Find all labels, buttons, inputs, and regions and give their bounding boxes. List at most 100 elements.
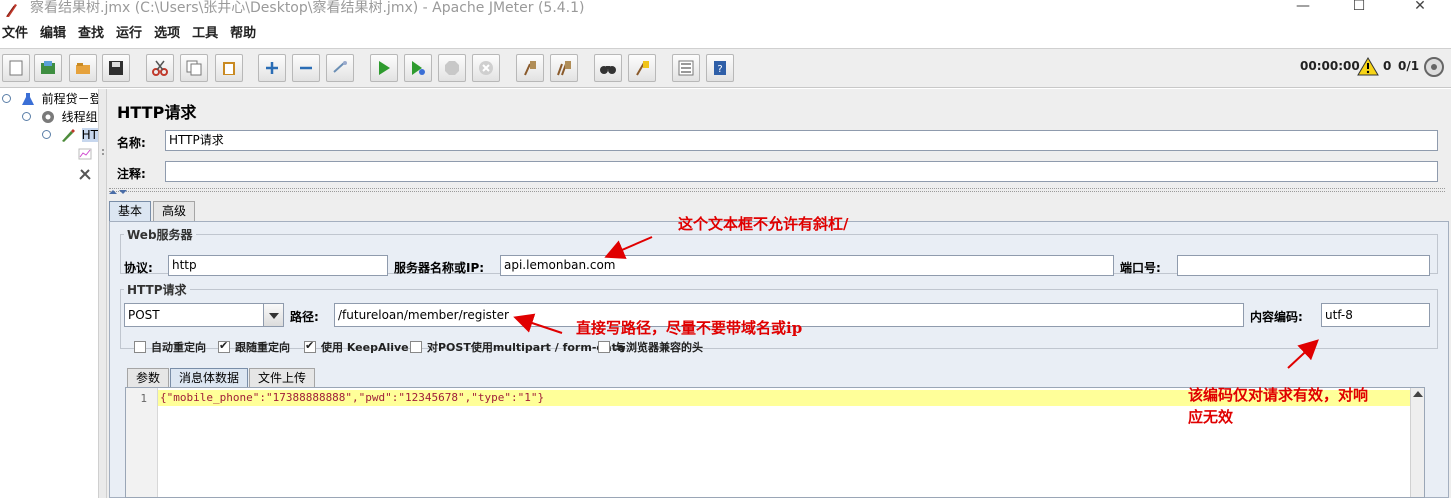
new-button[interactable] bbox=[2, 54, 30, 82]
remote-status-icon bbox=[1424, 57, 1444, 77]
tree-node-config[interactable] bbox=[64, 165, 95, 183]
checkbox-box[interactable] bbox=[218, 339, 230, 353]
tree-expand-handle[interactable] bbox=[22, 112, 31, 121]
scroll-up-arrow-icon[interactable] bbox=[1413, 391, 1423, 397]
menu-tools[interactable]: 工具 bbox=[192, 22, 224, 46]
tree-node-listener[interactable] bbox=[64, 145, 95, 163]
tab-file-upload[interactable]: 文件上传 bbox=[249, 368, 316, 388]
checkbox-browser-headers[interactable]: 与浏览器兼容的头 bbox=[598, 339, 703, 355]
collapse-arrows-icon[interactable] bbox=[108, 188, 128, 196]
protocol-label: 协议: bbox=[124, 261, 153, 275]
open-button[interactable] bbox=[69, 54, 97, 82]
menu-options[interactable]: 选项 bbox=[154, 22, 186, 46]
clear-button[interactable] bbox=[516, 54, 544, 82]
method-value: POST bbox=[128, 308, 160, 322]
svg-text:?: ? bbox=[717, 64, 722, 75]
tab-basic[interactable]: 基本 bbox=[109, 201, 152, 221]
toolbar: ? bbox=[0, 48, 1451, 88]
tab-body-data[interactable]: 消息体数据 bbox=[170, 368, 249, 388]
binoculars-icon bbox=[600, 66, 616, 74]
checkbox-label: 对POST使用multipart / form-data bbox=[427, 341, 625, 354]
menu-file[interactable]: 文件 bbox=[2, 22, 34, 46]
cut-button[interactable] bbox=[146, 54, 174, 82]
tree-expand-handle[interactable] bbox=[2, 94, 11, 103]
reset-broom-icon bbox=[636, 61, 649, 76]
listener-graph-icon bbox=[78, 148, 92, 160]
config-tools-icon bbox=[79, 169, 91, 180]
paste-button[interactable] bbox=[215, 54, 243, 82]
templates-button[interactable] bbox=[34, 54, 62, 82]
start-button[interactable] bbox=[370, 54, 398, 82]
play-no-timers-icon bbox=[412, 61, 425, 75]
menu-help[interactable]: 帮助 bbox=[230, 22, 262, 46]
checkbox-label: 跟随重定向 bbox=[235, 341, 290, 354]
annotation-encoding-note-1: 该编码仅对请求有效，对响 bbox=[1188, 386, 1369, 404]
method-select[interactable]: POST bbox=[124, 303, 284, 327]
protocol-field[interactable]: http bbox=[168, 255, 388, 276]
window-title: 察看结果树.jmx (C:\Users\张井心\Desktop\察看结果树.jm… bbox=[30, 0, 585, 16]
port-field[interactable] bbox=[1177, 255, 1430, 276]
encoding-field[interactable]: utf-8 bbox=[1321, 303, 1430, 327]
checkbox-auto-redirect[interactable]: 自动重定向 bbox=[134, 339, 206, 355]
minimize-button[interactable]: — bbox=[1280, 0, 1326, 16]
checkbox-box[interactable] bbox=[134, 341, 146, 353]
test-plan-tree: 前程贷－登 线程组 HTTP请求 bbox=[0, 89, 98, 498]
start-no-pauses-button[interactable] bbox=[404, 54, 432, 82]
checkbox-box[interactable] bbox=[598, 341, 610, 353]
server-label: 服务器名称或IP: bbox=[394, 261, 485, 275]
tree-node-http-request[interactable]: HTTP请求 bbox=[42, 126, 98, 144]
checkbox-box[interactable] bbox=[410, 341, 422, 353]
menu-bar: 文件 编辑 查找 运行 选项 工具 帮助 bbox=[0, 22, 1451, 46]
stop-button[interactable] bbox=[438, 54, 466, 82]
reset-search-button[interactable] bbox=[628, 54, 656, 82]
tree-node-test-plan[interactable]: 前程贷－登 bbox=[2, 90, 98, 108]
function-helper-button[interactable] bbox=[672, 54, 700, 82]
search-button[interactable] bbox=[594, 54, 622, 82]
help-button[interactable]: ? bbox=[706, 54, 734, 82]
tab-advanced[interactable]: 高级 bbox=[153, 201, 196, 221]
tree-node-label: 线程组 bbox=[61, 110, 98, 124]
divider[interactable] bbox=[109, 188, 1445, 192]
tree-node-thread-group[interactable]: 线程组 bbox=[22, 108, 98, 126]
collapse-button[interactable] bbox=[292, 54, 320, 82]
tree-expand-handle[interactable] bbox=[42, 130, 51, 139]
comment-label: 注释: bbox=[117, 167, 146, 181]
toggle-button[interactable] bbox=[326, 54, 354, 82]
comment-field[interactable] bbox=[165, 161, 1438, 182]
checkbox-box[interactable] bbox=[304, 339, 316, 353]
test-plan-flask-icon bbox=[21, 93, 34, 105]
gear-icon bbox=[41, 111, 54, 123]
menu-edit[interactable]: 编辑 bbox=[40, 22, 72, 46]
save-button[interactable] bbox=[102, 54, 130, 82]
scissors-icon bbox=[152, 60, 168, 76]
shutdown-button[interactable] bbox=[472, 54, 500, 82]
tab-parameters[interactable]: 参数 bbox=[127, 368, 170, 388]
warning-icon[interactable] bbox=[1357, 57, 1379, 76]
checkbox-multipart[interactable]: 对POST使用multipart / form-data bbox=[410, 339, 624, 355]
clear-all-button[interactable] bbox=[550, 54, 578, 82]
web-server-group-title: Web服务器 bbox=[124, 226, 196, 243]
copy-button[interactable] bbox=[180, 54, 208, 82]
vertical-scrollbar[interactable] bbox=[1410, 388, 1424, 497]
annotation-server-note: 这个文本框不允许有斜杠/ bbox=[678, 215, 849, 233]
list-icon bbox=[678, 60, 694, 76]
chevron-down-icon[interactable] bbox=[263, 304, 283, 326]
maximize-button[interactable]: ☐ bbox=[1336, 0, 1382, 16]
expand-button[interactable] bbox=[258, 54, 286, 82]
server-field[interactable]: api.lemonban.com bbox=[500, 255, 1114, 276]
elapsed-time: 00:00:00 bbox=[1300, 59, 1360, 73]
sampler-pen-icon bbox=[61, 129, 75, 142]
toggle-wand-icon bbox=[333, 61, 347, 73]
close-button[interactable]: ✕ bbox=[1397, 0, 1443, 16]
menu-search[interactable]: 查找 bbox=[78, 22, 110, 46]
save-disk-icon bbox=[109, 61, 123, 75]
title-bar: 察看结果树.jmx (C:\Users\张井心\Desktop\察看结果树.jm… bbox=[0, 0, 1451, 22]
checkbox-follow-redirects[interactable]: 跟随重定向 bbox=[218, 339, 290, 355]
http-request-group-title: HTTP请求 bbox=[124, 281, 190, 298]
open-folder-icon bbox=[76, 63, 90, 74]
thread-count: 0/1 bbox=[1398, 59, 1420, 73]
menu-run[interactable]: 运行 bbox=[116, 22, 148, 46]
panel-splitter[interactable] bbox=[98, 89, 107, 498]
name-field[interactable]: HTTP请求 bbox=[165, 130, 1438, 151]
checkbox-keepalive[interactable]: 使用 KeepAlive bbox=[304, 339, 409, 355]
